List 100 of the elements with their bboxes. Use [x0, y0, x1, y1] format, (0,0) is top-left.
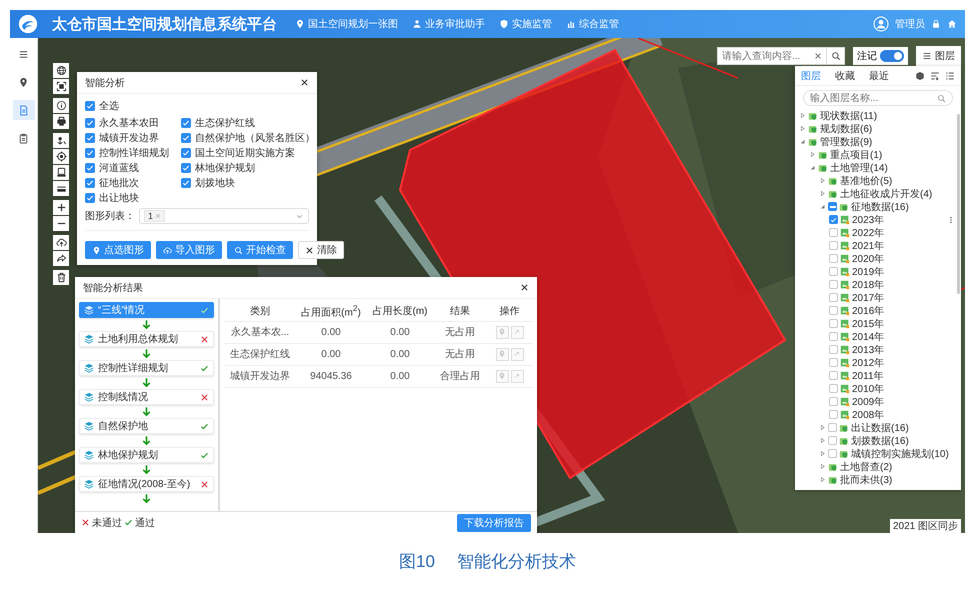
tab[interactable]: 最近 [869, 68, 889, 82]
map-tool-button[interactable] [53, 133, 69, 148]
checkbox[interactable] [829, 228, 838, 237]
sort-icon[interactable] [930, 70, 940, 80]
tree-item[interactable]: 2016年 [852, 304, 884, 318]
checkbox[interactable] [829, 332, 838, 341]
search-button[interactable] [827, 47, 845, 65]
checkbox[interactable] [829, 280, 838, 289]
map-tool-button[interactable] [53, 165, 69, 180]
expand-arrow-icon[interactable] [799, 125, 806, 132]
map-tool-button[interactable] [53, 63, 69, 78]
checkbox[interactable] [829, 384, 838, 393]
tree-item[interactable]: 土地督查(2) [840, 460, 892, 474]
checkbox[interactable] [829, 254, 838, 263]
map-tool-button[interactable] [53, 200, 69, 215]
step-item[interactable]: 自然保护地 [79, 418, 214, 434]
tree-item[interactable]: 2022年 [852, 226, 884, 240]
tree-item[interactable]: 土地管理(14) [830, 160, 888, 174]
expand-arrow-icon[interactable] [819, 424, 826, 431]
close-button[interactable] [300, 78, 309, 87]
tree-item[interactable]: 2018年 [852, 278, 884, 292]
map-tool-button[interactable] [53, 79, 69, 94]
expand-arrow-icon[interactable] [819, 463, 826, 470]
tree-item[interactable]: 重点项目(1) [830, 148, 882, 162]
shape-tag[interactable]: 1 [144, 210, 166, 222]
map-tool-button[interactable] [53, 114, 69, 129]
close-button[interactable] [520, 283, 529, 292]
option-label[interactable]: 控制性详细规划 [99, 146, 169, 160]
collapse-arrow-icon[interactable] [819, 203, 826, 210]
checkbox[interactable] [85, 178, 95, 188]
expand-arrow-icon[interactable] [799, 112, 806, 119]
checkbox[interactable] [829, 358, 838, 367]
checkbox[interactable] [181, 178, 191, 188]
toggle-switch[interactable] [880, 50, 904, 62]
layers-button[interactable]: 图层 [916, 46, 961, 66]
checkbox[interactable] [829, 410, 838, 419]
tree-item[interactable]: 2015年 [852, 316, 884, 330]
checkbox[interactable] [829, 306, 838, 315]
expand-arrow-icon[interactable] [809, 151, 816, 158]
step-item[interactable]: 土地利用总体规划 [79, 331, 214, 347]
tree-item[interactable]: 划拨数据(16) [851, 434, 909, 448]
expand-arrow-icon[interactable] [819, 450, 826, 457]
checkbox[interactable] [829, 319, 838, 328]
action-button[interactable]: 清除 [298, 241, 344, 259]
checkbox[interactable] [828, 423, 837, 432]
shape-select[interactable]: 1 [139, 208, 309, 224]
option-label[interactable]: 自然保护地（风景名胜区） [195, 131, 315, 145]
nav-link[interactable]: 国土空间规划一张图 [295, 17, 398, 31]
list-icon[interactable] [945, 70, 955, 80]
checkbox[interactable] [829, 267, 838, 276]
tree-item[interactable]: 2020年 [852, 252, 884, 266]
option-label[interactable]: 河道蓝线 [99, 161, 139, 175]
step-item[interactable]: 控制线情况 [79, 389, 214, 405]
tree-item[interactable]: 管理数据(9) [820, 134, 872, 148]
tree-item[interactable]: 2014年 [852, 330, 884, 344]
checkbox[interactable] [829, 215, 838, 224]
option-label[interactable]: 划拨地块 [195, 176, 235, 190]
tree-item[interactable]: 2008年 [852, 408, 884, 422]
tree-item[interactable]: 征地数据(16) [851, 200, 909, 214]
tree-item[interactable]: 2010年 [852, 382, 884, 396]
tree-item[interactable]: 2019年 [852, 264, 884, 278]
checkbox[interactable] [829, 371, 838, 380]
collapse-arrow-icon[interactable] [809, 164, 816, 171]
tab[interactable]: 图层 [801, 68, 821, 82]
map-tool-button[interactable] [53, 251, 69, 266]
lock-icon[interactable] [931, 19, 941, 29]
tree-item[interactable]: 2013年 [852, 342, 884, 356]
tree-item[interactable]: 2021年 [852, 238, 884, 252]
expand-arrow-icon[interactable] [819, 190, 826, 197]
checkbox[interactable] [85, 163, 95, 173]
home-icon[interactable] [947, 19, 957, 29]
map-tool-button[interactable] [53, 235, 69, 250]
checkbox[interactable] [181, 163, 191, 173]
step-item[interactable]: 征地情况(2008-至今) [79, 476, 214, 492]
checkbox[interactable] [181, 148, 191, 158]
checkbox[interactable] [85, 148, 95, 158]
map-tool-button[interactable] [53, 216, 69, 231]
option-label[interactable]: 国土空间近期实施方案 [195, 146, 295, 160]
tree-item[interactable]: 基准地价(5) [840, 174, 892, 188]
cube-icon[interactable] [915, 70, 925, 80]
checkbox[interactable] [85, 133, 95, 143]
map-tool-button[interactable] [53, 270, 69, 285]
option-label[interactable]: 城镇开发边界 [99, 131, 159, 145]
tree-item[interactable]: 城镇控制实施规划(10) [851, 446, 949, 460]
step-item[interactable]: 控制性详细规划 [79, 360, 214, 376]
tree-item[interactable]: 2017年 [852, 290, 884, 304]
layer-search-input[interactable]: 输入图层名称... [810, 92, 937, 104]
sidebar-button[interactable] [12, 100, 34, 120]
checkbox[interactable] [829, 293, 838, 302]
checkbox[interactable] [828, 449, 837, 458]
checkbox[interactable] [828, 202, 837, 211]
checkbox[interactable] [829, 345, 838, 354]
checkbox[interactable] [85, 118, 95, 128]
tree-item[interactable]: 2011年 [852, 368, 884, 382]
step-item[interactable]: 林地保护规划 [79, 447, 214, 463]
option-label[interactable]: 生态保护红线 [195, 116, 255, 130]
checkbox[interactable] [85, 193, 95, 203]
layer-search-field[interactable]: 输入图层名称... [803, 90, 953, 106]
option-label[interactable]: 征地批次 [99, 176, 139, 190]
option-label[interactable]: 全选 [99, 99, 119, 113]
